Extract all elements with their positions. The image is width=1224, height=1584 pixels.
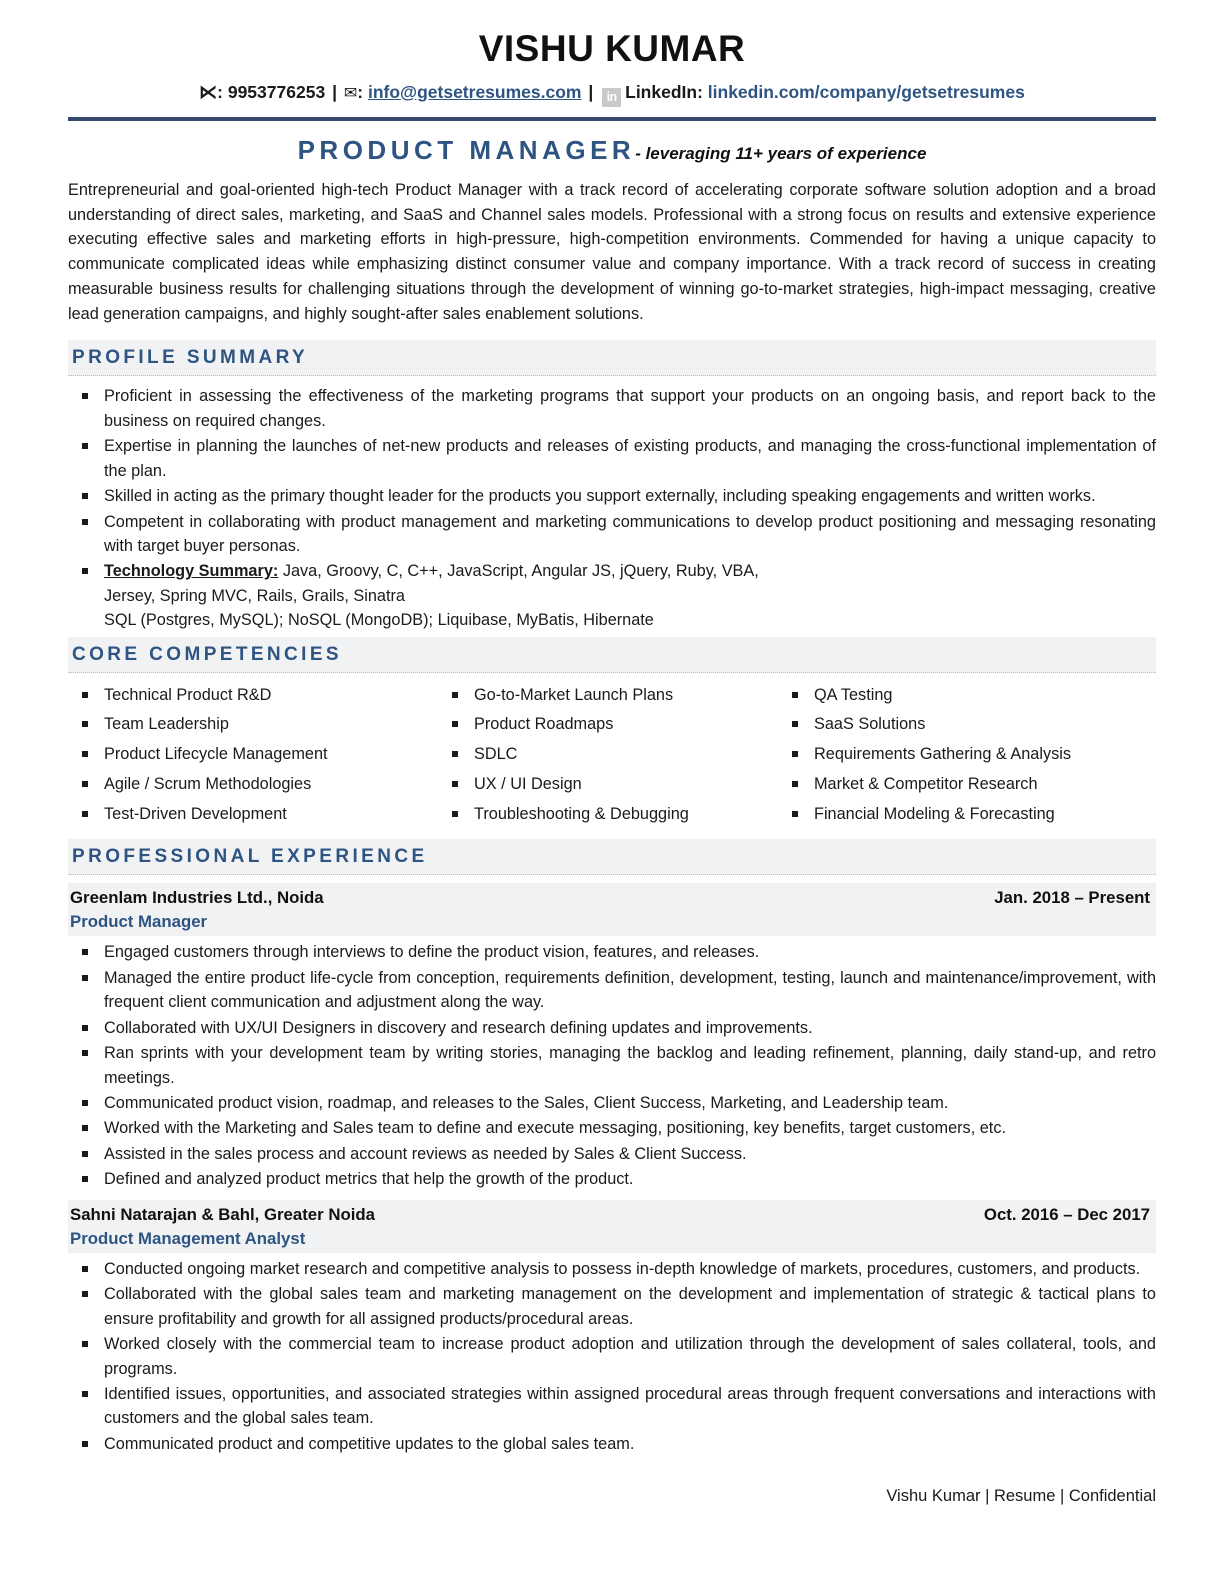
- list-item: Collaborated with UX/UI Designers in dis…: [68, 1016, 1156, 1040]
- headline: PRODUCT MANAGER- leveraging 11+ years of…: [68, 135, 1156, 166]
- list-item: Communicated product and competitive upd…: [68, 1432, 1156, 1456]
- list-item: Agile / Scrum Methodologies: [68, 772, 438, 798]
- core-competencies-column-1: Technical Product R&D Team Leadership Pr…: [68, 683, 438, 832]
- linkedin-url[interactable]: linkedin.com/company/getsetresumes: [708, 82, 1025, 102]
- phone-icon: ⋉: [199, 81, 218, 102]
- experience-entry: Sahni Natarajan & Bahl, Greater Noida Oc…: [68, 1199, 1156, 1457]
- employment-dates: Jan. 2018 – Present: [994, 888, 1150, 908]
- job-title: Product Management Analyst: [70, 1228, 306, 1248]
- list-item: Engaged customers through interviews to …: [68, 940, 1156, 964]
- email-colon: :: [357, 81, 364, 102]
- experience-entry-header: Greenlam Industries Ltd., Noida Jan. 201…: [68, 883, 1156, 937]
- list-item: Troubleshooting & Debugging: [438, 802, 778, 828]
- resume-page: VISHU KUMAR ⋉: 9953776253 | ✉: info@gets…: [0, 0, 1224, 1456]
- experience-bullet-list: Engaged customers through interviews to …: [68, 940, 1156, 1191]
- email-link[interactable]: info@getsetresumes.com: [368, 82, 582, 102]
- list-item: QA Testing: [778, 683, 1156, 709]
- list-item: Managed the entire product life-cycle fr…: [68, 966, 1156, 1015]
- list-item: Worked with the Marketing and Sales team…: [68, 1116, 1156, 1140]
- employment-dates: Oct. 2016 – Dec 2017: [983, 1204, 1150, 1224]
- experience-entry: Greenlam Industries Ltd., Noida Jan. 201…: [68, 883, 1156, 1191]
- list-item: Defined and analyzed product metrics tha…: [68, 1167, 1156, 1191]
- list-item: Skilled in acting as the primary thought…: [68, 484, 1156, 508]
- list-item: Ran sprints with your development team b…: [68, 1041, 1156, 1090]
- job-title: Product Manager: [70, 912, 208, 932]
- list-item: Requirements Gathering & Analysis: [778, 742, 1156, 768]
- list-item: Financial Modeling & Forecasting: [778, 802, 1156, 828]
- list-item: Identified issues, opportunities, and as…: [68, 1382, 1156, 1431]
- core-competencies-column-2: Go-to-Market Launch Plans Product Roadma…: [438, 683, 778, 832]
- header-divider: [68, 116, 1156, 121]
- list-item: SaaS Solutions: [778, 712, 1156, 738]
- candidate-name: VISHU KUMAR: [478, 28, 746, 69]
- list-item: Market & Competitor Research: [778, 772, 1156, 798]
- section-header-profile-summary: PROFILE SUMMARY: [68, 340, 1156, 377]
- technology-summary-line-1: Java, Groovy, C, C++, JavaScript, Angula…: [278, 562, 759, 581]
- section-title: PROFESSIONAL EXPERIENCE: [72, 846, 428, 868]
- section-title: CORE COMPETENCIES: [72, 643, 342, 665]
- list-item: Expertise in planning the launches of ne…: [68, 434, 1156, 483]
- technology-summary-line-2: Jersey, Spring MVC, Rails, Grails, Sinat…: [104, 586, 405, 605]
- envelope-icon: ✉: [343, 84, 358, 102]
- list-item: Product Lifecycle Management: [68, 742, 438, 768]
- job-role-title: PRODUCT MANAGER: [297, 134, 636, 165]
- company-name: Greenlam Industries Ltd., Noida: [70, 888, 324, 908]
- list-item: Proficient in assessing the effectivenes…: [68, 384, 1156, 433]
- profile-summary-list: Proficient in assessing the effectivenes…: [68, 384, 1156, 632]
- experience-entry-header: Sahni Natarajan & Bahl, Greater Noida Oc…: [68, 1199, 1156, 1253]
- list-item: Team Leadership: [68, 712, 438, 738]
- contact-separator-1: |: [332, 81, 337, 102]
- phone-number: : 9953776253: [217, 81, 326, 102]
- core-competencies-grid: Technical Product R&D Team Leadership Pr…: [68, 683, 1156, 832]
- list-item: Go-to-Market Launch Plans: [438, 683, 778, 709]
- list-item: Collaborated with the global sales team …: [68, 1282, 1156, 1331]
- section-header-core-competencies: CORE COMPETENCIES: [68, 636, 1156, 673]
- list-item: Test-Driven Development: [68, 802, 438, 828]
- contact-separator-2: |: [588, 81, 594, 102]
- resume-header: VISHU KUMAR ⋉: 9953776253 | ✉: info@gets…: [68, 28, 1156, 121]
- professional-summary-paragraph: Entrepreneurial and goal-oriented high-t…: [68, 180, 1156, 323]
- list-item: Product Roadmaps: [438, 712, 778, 738]
- experience-bullet-list: Conducted ongoing market research and co…: [68, 1257, 1156, 1457]
- list-item: UX / UI Design: [438, 772, 778, 798]
- section-title: PROFILE SUMMARY: [72, 347, 309, 369]
- technology-summary-item: Technology Summary: Java, Groovy, C, C++…: [68, 559, 1156, 632]
- company-name: Sahni Natarajan & Bahl, Greater Noida: [70, 1204, 375, 1224]
- job-role-tagline: - leveraging 11+ years of experience: [635, 143, 927, 163]
- list-item: Communicated product vision, roadmap, an…: [68, 1091, 1156, 1115]
- page-footer: Vishu Kumar | Resume | Confidential: [886, 1487, 1156, 1505]
- list-item: Technical Product R&D: [68, 683, 438, 709]
- section-header-professional-experience: PROFESSIONAL EXPERIENCE: [68, 839, 1156, 876]
- list-item: Assisted in the sales process and accoun…: [68, 1142, 1156, 1166]
- list-item: Competent in collaborating with product …: [68, 510, 1156, 559]
- linkedin-icon: in: [602, 87, 622, 107]
- list-item: SDLC: [438, 742, 778, 768]
- list-item: Worked closely with the commercial team …: [68, 1332, 1156, 1381]
- technology-summary-line-3: SQL (Postgres, MySQL); NoSQL (MongoDB); …: [104, 611, 654, 630]
- contact-line: ⋉: 9953776253 | ✉: info@getsetresumes.co…: [68, 81, 1156, 107]
- list-item: Conducted ongoing market research and co…: [68, 1257, 1156, 1281]
- core-competencies-column-3: QA Testing SaaS Solutions Requirements G…: [778, 683, 1156, 832]
- linkedin-label: LinkedIn:: [625, 81, 703, 102]
- technology-summary-label: Technology Summary:: [104, 562, 279, 581]
